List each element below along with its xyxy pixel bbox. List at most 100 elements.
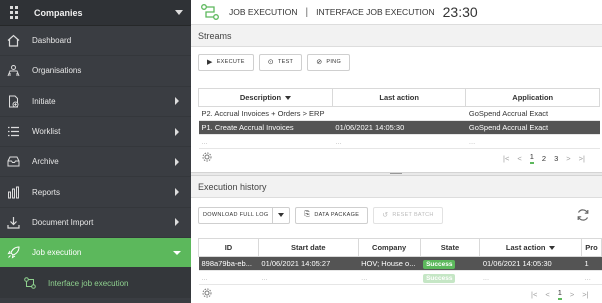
page-link[interactable]: 3 [554, 154, 558, 163]
cell-last-action: 01/06/2021 14:05:30 [332, 120, 466, 135]
sidebar-item-label: Dashboard [32, 36, 72, 46]
page-header: JOB EXECUTION | INTERFACE JOB EXECUTION … [191, 0, 602, 25]
cell-last-action: ... [479, 270, 582, 285]
cell-state: Success [420, 256, 480, 271]
table-row[interactable]: ... ... ... Success ... ... [198, 270, 602, 285]
table-row[interactable]: ... ... ... [198, 134, 600, 149]
data-package-label: DATA PACKAGE [314, 212, 360, 218]
table-row[interactable]: 898a79ba-eb... 01/06/2021 14:05:27 HOV; … [198, 256, 602, 271]
sidebar-item-label: Organisations [32, 66, 82, 76]
sidebar-item-label: Job execution [32, 248, 82, 258]
cell-last-action [332, 106, 466, 121]
history-pagination: |< < 1 > >| [531, 288, 589, 300]
ping-button-label: PING [326, 59, 342, 65]
execute-button[interactable]: ▶ EXECUTE [198, 53, 254, 71]
chevron-right-icon [175, 127, 179, 136]
last-page-icon[interactable]: >| [579, 154, 585, 163]
page-link[interactable]: 2 [542, 154, 546, 163]
cell-start-date: 01/06/2021 14:05:27 [258, 256, 359, 271]
rocket-icon [6, 246, 20, 260]
download-full-log-label: DOWNLOAD FULL LOG [203, 212, 269, 218]
prev-page-icon[interactable]: < [517, 154, 521, 163]
grid-menu-icon[interactable] [10, 6, 18, 19]
organisation-icon [6, 64, 20, 78]
page-link[interactable]: 1 [557, 288, 562, 300]
company-switcher[interactable]: Companies [0, 0, 191, 26]
list-icon [6, 125, 20, 139]
table-row[interactable]: P1. Create Accrual Invoices 01/06/2021 1… [198, 120, 600, 135]
cell-start-date: ... [258, 270, 359, 285]
chevron-right-icon [175, 157, 179, 166]
table-row[interactable]: P2. Accrual Invoices + Orders > ERP GoSp… [198, 106, 600, 121]
download-options-button[interactable] [273, 206, 291, 224]
last-page-icon[interactable]: >| [582, 290, 588, 299]
sidebar-item-initiate[interactable]: Initiate [0, 87, 191, 117]
prev-page-icon[interactable]: < [545, 290, 549, 299]
cell-description: P2. Accrual Invoices + Orders > ERP [198, 106, 333, 121]
sidebar-item-reports[interactable]: Reports [0, 177, 191, 208]
streams-table: Description Last action Application P2. … [198, 88, 600, 149]
first-page-icon[interactable]: |< [503, 154, 509, 163]
sort-desc-icon [285, 96, 292, 101]
check-circle-icon: ⊘ [316, 59, 323, 66]
column-header-pro[interactable]: Pro [581, 238, 602, 257]
gear-icon[interactable] [202, 152, 212, 162]
column-header-state[interactable]: State [419, 238, 481, 257]
cell-application: GoSpend Accrual Exact [465, 120, 600, 135]
sidebar-item-organisations[interactable]: Organisations [0, 56, 191, 87]
cell-id: 898a79ba-eb... [198, 256, 259, 271]
next-page-icon[interactable]: > [570, 290, 574, 299]
first-page-icon[interactable]: |< [531, 290, 537, 299]
streams-section-title: Streams [191, 25, 602, 47]
execute-button-label: EXECUTE [216, 59, 245, 65]
sidebar-subitem-interface-job-execution[interactable]: Interface job execution [0, 268, 191, 299]
refresh-icon[interactable] [576, 208, 590, 222]
column-header-last-action[interactable]: Last action [331, 88, 467, 107]
sidebar-item-job-execution[interactable]: Job execution [0, 238, 191, 269]
sidebar-item-label: Worklist [32, 127, 61, 137]
gear-icon[interactable] [202, 288, 212, 298]
cell-last-action: 01/06/2021 14:05:30 [479, 256, 582, 271]
sidebar-item-document-import[interactable]: Document Import [0, 208, 191, 239]
streams-pagination: |< < 1 2 3 > >| [503, 152, 585, 164]
package-icon: ⎘ [304, 211, 311, 218]
cell-pro: ... [581, 270, 602, 285]
history-section-title: Execution history [191, 176, 602, 198]
data-package-button[interactable]: ⎘ DATA PACKAGE [295, 206, 369, 224]
sidebar-item-label: Reports [32, 187, 61, 197]
job-flow-icon [24, 277, 36, 290]
chevron-down-icon[interactable] [175, 10, 183, 15]
page-link[interactable]: 1 [529, 152, 534, 164]
column-header-last-action[interactable]: Last action [479, 238, 583, 257]
sort-desc-icon [549, 246, 556, 251]
company-switcher-label: Companies [34, 7, 83, 18]
archive-icon [6, 155, 20, 169]
cell-description: P1. Create Accrual Invoices [198, 120, 333, 135]
cell-pro: 1 [581, 256, 602, 271]
column-header-start-date[interactable]: Start date [257, 238, 359, 257]
reset-batch-button[interactable]: ↺ RESET BATCH [373, 206, 443, 224]
test-button[interactable]: ⊙ TEST [258, 53, 303, 71]
cell-application: GoSpend Accrual Exact [465, 106, 600, 121]
cell-application: ... [465, 134, 600, 149]
column-header-application[interactable]: Application [465, 88, 600, 107]
sidebar-item-archive[interactable]: Archive [0, 147, 191, 178]
next-page-icon[interactable]: > [566, 154, 570, 163]
column-header-id[interactable]: ID [198, 238, 259, 257]
column-header-description[interactable]: Description [198, 88, 333, 107]
chevron-right-icon [175, 97, 179, 106]
play-icon: ▶ [207, 59, 213, 66]
cell-id: ... [198, 270, 259, 285]
column-header-company[interactable]: Company [357, 238, 421, 257]
reset-icon: ↺ [382, 212, 389, 219]
sidebar-item-dashboard[interactable]: Dashboard [0, 26, 191, 57]
sidebar-item-label: Initiate [32, 96, 56, 106]
breadcrumb-interface-job-execution: INTERFACE JOB EXECUTION [316, 7, 435, 17]
chevron-down-icon [278, 213, 285, 217]
sidebar-item-worklist[interactable]: Worklist [0, 117, 191, 148]
chevron-right-icon [175, 188, 179, 197]
ping-button[interactable]: ⊘ PING [307, 53, 351, 71]
download-full-log-button[interactable]: DOWNLOAD FULL LOG [198, 206, 274, 224]
breadcrumb-job-execution: JOB EXECUTION [229, 7, 298, 17]
cell-state: Success [420, 270, 480, 285]
